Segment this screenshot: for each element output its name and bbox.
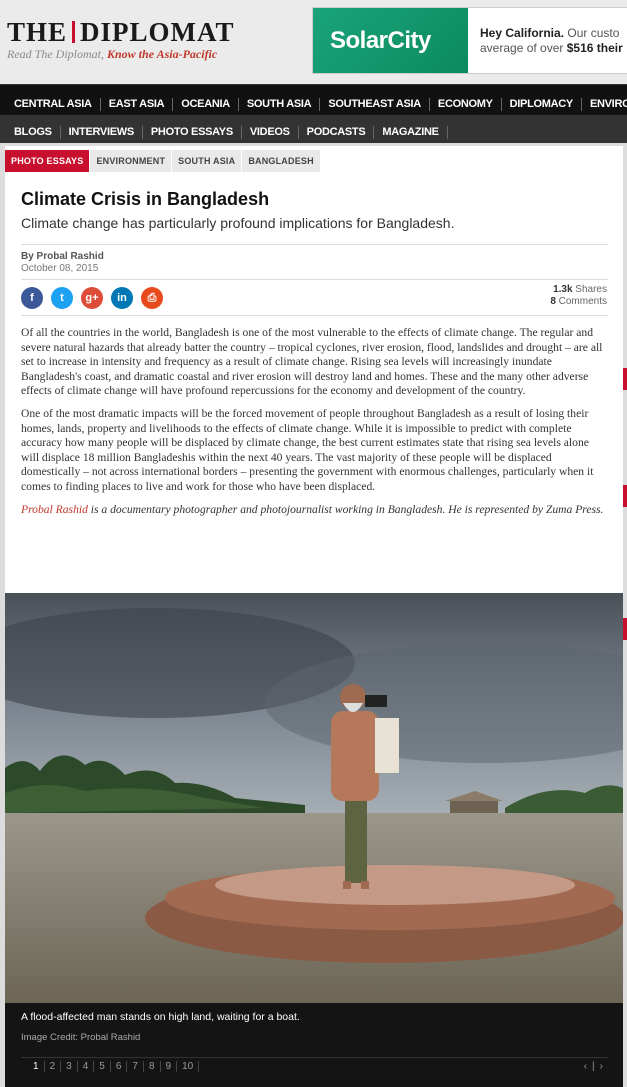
google-plus-icon[interactable]: g+: [81, 287, 103, 309]
gallery-arrows: ‹ | ›: [579, 1061, 608, 1072]
photo-caption-panel: A flood-affected man stands on high land…: [5, 1003, 623, 1087]
sidebar-marker: [623, 618, 627, 640]
tag-environment[interactable]: ENVIRONMENT: [90, 150, 173, 172]
photo-caption: A flood-affected man stands on high land…: [21, 1011, 300, 1023]
page-link[interactable]: 3: [61, 1061, 78, 1072]
nav-item-videos[interactable]: VIDEOS: [242, 126, 299, 139]
comments-link[interactable]: 8 Comments: [550, 296, 607, 308]
chevron-left-icon[interactable]: ‹: [579, 1061, 592, 1072]
twitter-icon[interactable]: t: [51, 287, 73, 309]
nav-item-magazine[interactable]: MAGAZINE: [374, 126, 448, 139]
ad-line2: average of over: [480, 41, 567, 55]
shares-count: 1.3k: [553, 284, 573, 295]
article-body: Of all the countries in the world, Bangl…: [21, 326, 609, 525]
page-link[interactable]: 1: [21, 1061, 45, 1072]
author-bio-link[interactable]: Probal Rashid: [21, 503, 88, 516]
divider: [21, 279, 608, 280]
page-link[interactable]: 8: [144, 1061, 161, 1072]
divider: [21, 244, 608, 245]
nav-item-oceania[interactable]: OCEANIA: [173, 98, 239, 111]
ad-line1-bold: Hey California.: [480, 26, 565, 40]
linkedin-icon[interactable]: in: [111, 287, 133, 309]
tag-bangladesh[interactable]: BANGLADESH: [242, 150, 321, 172]
nav-item-diplomacy[interactable]: DIPLOMACY: [502, 98, 582, 111]
nav-item-photo-essays[interactable]: PHOTO ESSAYS: [143, 126, 242, 139]
shares-label: Shares: [572, 284, 607, 295]
print-icon[interactable]: ⎙: [141, 287, 163, 309]
chevron-right-icon[interactable]: ›: [595, 1061, 608, 1072]
author-bio-text: is a documentary photographer and photoj…: [87, 502, 604, 516]
nav-item-podcasts[interactable]: PODCASTS: [299, 126, 375, 139]
topic-tags: PHOTO ESSAYS ENVIRONMENT SOUTH ASIA BANGLAD…: [5, 150, 321, 172]
author-bio: Probal Rashid is a documentary photograp…: [21, 503, 609, 518]
page-link[interactable]: 5: [94, 1061, 111, 1072]
flood-photo-image: [5, 593, 623, 1003]
paragraph: Of all the countries in the world, Bangl…: [21, 326, 603, 398]
nav-item-interviews[interactable]: INTERVIEWS: [61, 126, 143, 139]
divider: [21, 315, 608, 316]
page-link[interactable]: 10: [177, 1061, 200, 1072]
logo-word-diplomat: DIPLOMAT: [80, 17, 235, 47]
tagline-bold: Know the Asia-Pacific: [107, 47, 218, 61]
logo-tagline: Read The Diplomat, Know the Asia-Pacific: [7, 47, 235, 62]
article-title: Climate Crisis in Bangladesh: [21, 189, 270, 209]
nav-item-economy[interactable]: ECONOMY: [430, 98, 502, 111]
publish-date: October 08, 2015: [21, 263, 99, 274]
nav-item-south-asia[interactable]: SOUTH ASIA: [239, 98, 321, 111]
tagline-plain: Read The Diplomat,: [7, 47, 107, 61]
comments-label: Comments: [555, 296, 607, 307]
nav-item-central-asia[interactable]: CENTRAL ASIA: [6, 98, 101, 111]
logo-word-the: THE: [7, 17, 68, 47]
facebook-icon[interactable]: f: [21, 287, 43, 309]
gallery-photo[interactable]: [5, 593, 623, 1003]
ad-line2-bold: $516 their: [566, 41, 623, 55]
page-link[interactable]: 2: [45, 1061, 62, 1072]
page-link[interactable]: 9: [161, 1061, 178, 1072]
site-header: THE DIPLOMAT Read The Diplomat, Know the …: [0, 0, 627, 84]
nav-item-environment[interactable]: ENVIRONM: [582, 98, 627, 111]
page-link[interactable]: 7: [127, 1061, 144, 1072]
article-subtitle: Climate change has particularly profound…: [21, 215, 455, 231]
sidebar-marker: [623, 368, 627, 390]
ad-brand-logo: SolarCity: [313, 8, 468, 73]
primary-nav: CENTRAL ASIA EAST ASIA OCEANIA SOUTH ASIA SO…: [0, 84, 627, 115]
page-link[interactable]: 6: [111, 1061, 128, 1072]
ad-text: Hey California. Our custo average of ove…: [480, 26, 623, 56]
gallery-pagination: 1 2 3 4 5 6 7 8 9 10 ‹ | ›: [21, 1057, 608, 1075]
tag-south-asia[interactable]: SOUTH ASIA: [172, 150, 243, 172]
logo-divider: [72, 21, 76, 43]
image-credit: Image Credit: Probal Rashid: [21, 1032, 141, 1043]
sidebar-marker: [623, 485, 627, 507]
article-card: PHOTO ESSAYS ENVIRONMENT SOUTH ASIA BANGLAD…: [5, 146, 623, 593]
secondary-nav: BLOGS INTERVIEWS PHOTO ESSAYS VIDEOS PODCAST…: [0, 115, 627, 143]
site-logo[interactable]: THE DIPLOMAT Read The Diplomat, Know the …: [7, 18, 235, 62]
page-link[interactable]: 4: [78, 1061, 95, 1072]
tag-photo-essays[interactable]: PHOTO ESSAYS: [5, 150, 91, 172]
author-byline[interactable]: By Probal Rashid: [21, 251, 104, 262]
nav-item-east-asia[interactable]: EAST ASIA: [101, 98, 174, 111]
banner-ad[interactable]: SolarCity Hey California. Our custo aver…: [312, 7, 627, 74]
share-stats: 1.3k Shares 8 Comments: [550, 284, 607, 308]
ad-line1: Our custo: [564, 26, 620, 40]
nav-item-blogs[interactable]: BLOGS: [6, 126, 61, 139]
paragraph: One of the most dramatic impacts will be…: [21, 406, 594, 493]
nav-item-southeast-asia[interactable]: SOUTHEAST ASIA: [320, 98, 430, 111]
